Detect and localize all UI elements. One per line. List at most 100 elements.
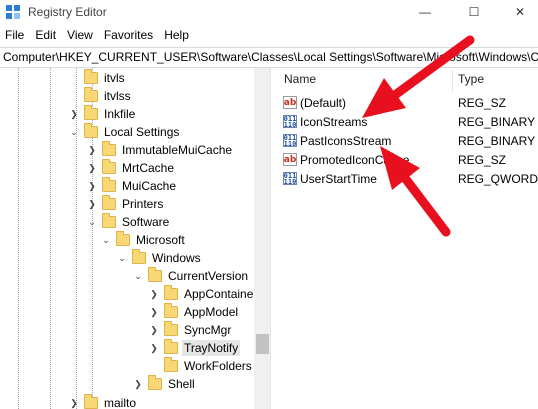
- folder-icon: [116, 231, 130, 246]
- folder-icon: [164, 303, 178, 318]
- tree-item-label: Printers: [122, 197, 164, 211]
- tree-item-local-settings[interactable]: ⌄ Local Settings: [68, 123, 181, 141]
- tree-item-label: TrayNotify: [182, 340, 241, 356]
- chevron-right-icon[interactable]: ❯: [68, 108, 80, 120]
- value-name: UserStartTime: [300, 171, 377, 186]
- tree-item-workfolders[interactable]: WorkFolders: [148, 357, 254, 375]
- tree-item-itvls[interactable]: itvls: [68, 69, 127, 87]
- binary-value-icon: 011 110: [283, 133, 297, 148]
- menu-bar: File Edit View Favorites Help: [0, 26, 195, 46]
- chevron-right-icon[interactable]: ❯: [148, 342, 160, 354]
- value-row-default[interactable]: ab (Default) REG_SZ: [276, 93, 538, 112]
- chevron-down-icon[interactable]: ⌄: [116, 252, 128, 264]
- value-row-promotediconcache[interactable]: ab PromotedIconCache REG_SZ: [276, 150, 538, 169]
- folder-icon: [148, 267, 162, 282]
- address-path[interactable]: Computer\HKEY_CURRENT_USER\Software\Clas…: [3, 50, 538, 64]
- tree-item-label: Inkfile: [104, 107, 136, 121]
- value-row-userstarttime[interactable]: 011 110 UserStartTime REG_QWORD: [276, 169, 538, 188]
- column-header-name[interactable]: Name: [284, 72, 316, 92]
- chevron-down-icon[interactable]: ⌄: [68, 126, 80, 138]
- key-tree-pane[interactable]: itvls itvlss ❯ Inkfile ⌄ Local Settings …: [0, 68, 271, 409]
- chevron-right-icon[interactable]: ❯: [86, 162, 98, 174]
- tree-item-muicache[interactable]: ❯ MuiCache: [86, 177, 178, 195]
- value-type: REG_SZ: [458, 95, 507, 110]
- folder-icon: [164, 339, 178, 354]
- tree-item-label: CurrentVersion: [168, 269, 249, 283]
- binary-value-icon: 011 110: [283, 114, 297, 129]
- folder-icon: [84, 105, 98, 120]
- chevron-right-icon[interactable]: ❯: [132, 378, 144, 390]
- value-type: REG_SZ: [458, 152, 507, 167]
- maximize-button[interactable]: ☐: [451, 0, 497, 24]
- minimize-button[interactable]: —: [402, 0, 448, 24]
- tree-item-label: Shell: [168, 377, 195, 391]
- tree-scrollbar-thumb[interactable]: [256, 334, 269, 354]
- column-divider[interactable]: [452, 70, 453, 92]
- tree-guide-line: [18, 68, 19, 409]
- value-row-iconstreams[interactable]: 011 110 IconStreams REG_BINARY: [276, 112, 538, 131]
- tree-item-immutablemuicache[interactable]: ❯ ImmutableMuiCache: [86, 141, 234, 159]
- tree-item-label: WorkFolders: [184, 359, 252, 373]
- tree-item-mailto[interactable]: ❯ mailto: [68, 394, 138, 409]
- folder-icon: [102, 141, 116, 156]
- tree-item-label: MuiCache: [122, 179, 177, 193]
- chevron-right-icon[interactable]: ❯: [148, 324, 160, 336]
- tree-scrollbar[interactable]: [254, 68, 270, 409]
- value-name: PromotedIconCache: [300, 152, 410, 167]
- chevron-right-icon[interactable]: ❯: [86, 144, 98, 156]
- folder-icon: [164, 285, 178, 300]
- folder-icon: [164, 357, 178, 372]
- tree-item-mrtcache[interactable]: ❯ MrtCache: [86, 159, 176, 177]
- chevron-right-icon[interactable]: ❯: [148, 306, 160, 318]
- chevron-right-icon[interactable]: ❯: [86, 180, 98, 192]
- tree-item-windows[interactable]: ⌄ Windows: [116, 249, 203, 267]
- binary-value-icon: 011 110: [283, 171, 297, 186]
- chevron-down-icon[interactable]: ⌄: [132, 270, 144, 282]
- column-header-type[interactable]: Type: [458, 72, 484, 92]
- folder-icon: [84, 394, 98, 409]
- address-bar[interactable]: Computer\HKEY_CURRENT_USER\Software\Clas…: [0, 47, 538, 68]
- tree-item-microsoft[interactable]: ⌄ Microsoft: [100, 231, 187, 249]
- tree-item-label: Software: [122, 215, 170, 229]
- tree-item-appmodel[interactable]: ❯ AppModel: [148, 303, 240, 321]
- tree-item-shell[interactable]: ❯ Shell: [132, 375, 197, 393]
- tree-item-appcontainer[interactable]: ❯ AppContainer: [148, 285, 259, 303]
- tree-item-software[interactable]: ⌄ Software: [86, 213, 171, 231]
- value-type: REG_BINARY: [458, 133, 536, 148]
- tree-item-printers[interactable]: ❯ Printers: [86, 195, 165, 213]
- folder-icon: [132, 249, 146, 264]
- tree-item-syncmgr[interactable]: ❯ SyncMgr: [148, 321, 233, 339]
- folder-icon: [102, 213, 116, 228]
- menu-help[interactable]: Help: [159, 26, 195, 46]
- folder-icon: [84, 87, 98, 102]
- tree-item-label: itvlss: [104, 89, 131, 103]
- tree-item-inkfile[interactable]: ❯ Inkfile: [68, 105, 137, 123]
- string-value-icon: ab: [283, 153, 297, 166]
- chevron-right-icon[interactable]: ❯: [148, 288, 160, 300]
- menu-favorites[interactable]: Favorites: [99, 26, 159, 46]
- chevron-right-icon[interactable]: ❯: [86, 198, 98, 210]
- menu-file[interactable]: File: [0, 26, 30, 46]
- tree-item-currentversion[interactable]: ⌄ CurrentVersion: [132, 267, 250, 285]
- values-pane[interactable]: Name Type ab (Default) REG_SZ 011 110 Ico…: [276, 68, 538, 409]
- chevron-right-icon[interactable]: ❯: [68, 397, 80, 409]
- minimize-icon: —: [419, 5, 431, 19]
- folder-icon: [84, 69, 98, 84]
- tree-item-label: Windows: [152, 251, 201, 265]
- maximize-icon: ☐: [468, 5, 480, 19]
- close-button[interactable]: ✕: [497, 0, 538, 24]
- tree-item-itvlss[interactable]: itvlss: [68, 87, 133, 105]
- tree-item-label: AppModel: [184, 305, 239, 319]
- tree-item-traynotify[interactable]: ❯ TrayNotify: [148, 339, 241, 357]
- folder-icon: [102, 195, 116, 210]
- folder-icon: [102, 159, 116, 174]
- title-bar: Registry Editor — ☐ ✕: [0, 0, 538, 24]
- chevron-down-icon[interactable]: ⌄: [86, 216, 98, 228]
- tree-item-label: mailto: [104, 396, 137, 409]
- tree-item-label: itvls: [104, 71, 125, 85]
- value-row-pasticonsstream[interactable]: 011 110 PastIconsStream REG_BINARY: [276, 131, 538, 150]
- menu-view[interactable]: View: [62, 26, 99, 46]
- folder-icon: [148, 375, 162, 390]
- chevron-down-icon[interactable]: ⌄: [100, 234, 112, 246]
- menu-edit[interactable]: Edit: [30, 26, 62, 46]
